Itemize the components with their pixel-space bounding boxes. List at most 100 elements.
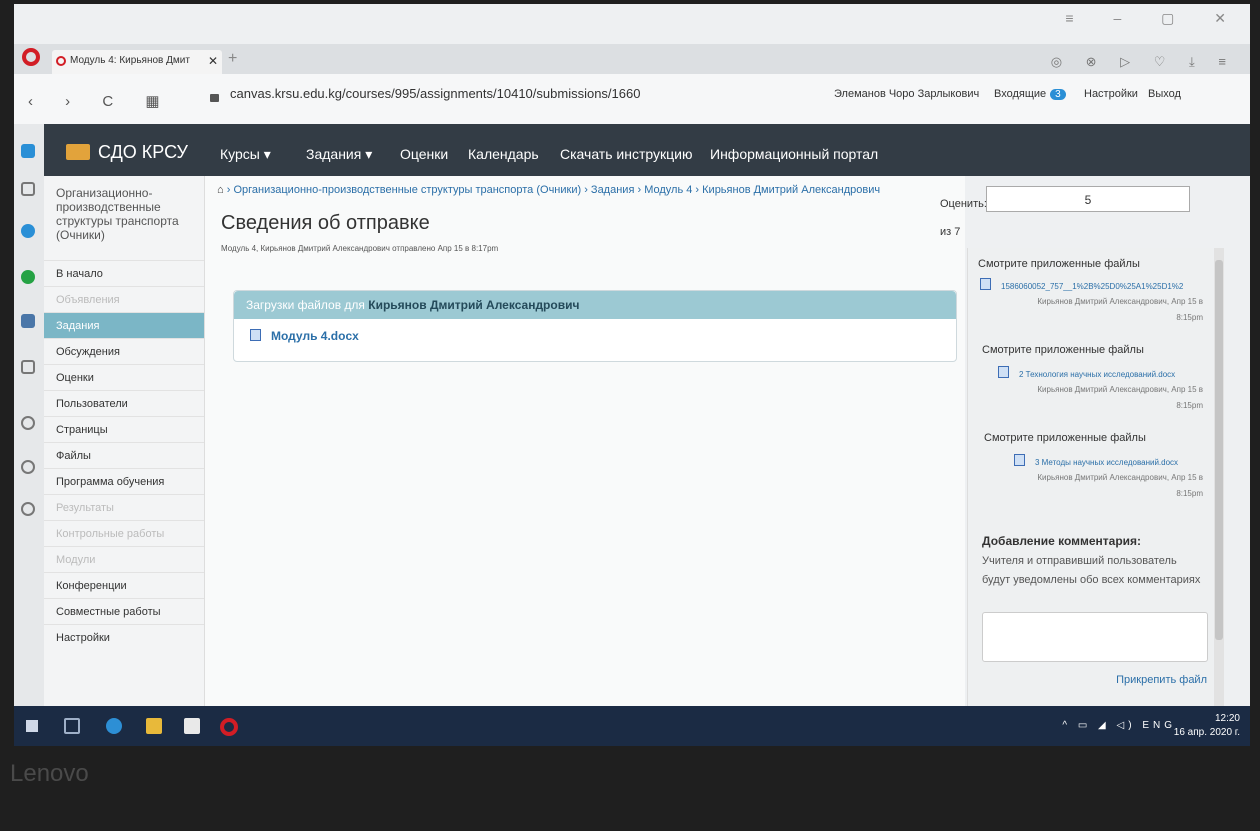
course-menu-item[interactable]: Совместные работы — [44, 598, 204, 624]
toolbar-icons[interactable]: ◎ ⊗ ▷ ♡ ⤓ ≡ — [1051, 54, 1236, 70]
course-menu-item[interactable]: Конференции — [44, 572, 204, 598]
attachments-head-1: Смотрите приложенные файлы — [978, 258, 1140, 270]
uploads-box: Загрузки файлов для Кирьянов Дмитрий Але… — [233, 290, 957, 362]
attachment-file-2: 2 Технология научных исследований.docx — [1019, 370, 1176, 379]
messenger-icon[interactable] — [21, 224, 35, 238]
course-title[interactable]: Организационно-производственные структур… — [56, 186, 194, 242]
tab-favicon-icon — [56, 56, 66, 66]
right-panel: Смотрите приложенные файлы 1586060052_75… — [967, 248, 1213, 716]
file-name: Модуль 4.docx — [271, 329, 359, 343]
attachment-meta-1: Кирьянов Дмитрий Александрович, Апр 15 в… — [983, 294, 1203, 326]
new-tab-button[interactable]: + — [228, 50, 237, 68]
history-icon[interactable] — [21, 460, 35, 474]
window-controls[interactable]: ≡ – ▢ ✕ — [1065, 10, 1244, 27]
course-menu-item[interactable]: Пользователи — [44, 390, 204, 416]
nav-assignments[interactable]: Задания ▾ — [306, 146, 372, 163]
course-menu-item[interactable]: Задания — [44, 312, 204, 338]
system-tray[interactable]: ^ ▭ ◢ ◁) ENG — [1062, 720, 1176, 731]
task-view-icon[interactable] — [64, 718, 80, 734]
nav-calendar[interactable]: Календарь — [468, 146, 539, 162]
attachment-meta-name-1: Кирьянов Дмитрий Александрович, Апр 15 в — [1037, 297, 1203, 306]
submission-subline: Модуль 4, Кирьянов Дмитрий Александрович… — [221, 244, 499, 253]
attachments-head-3: Смотрите приложенные файлы — [984, 432, 1146, 444]
windows-start-icon[interactable] — [26, 720, 38, 732]
store-icon[interactable] — [184, 718, 200, 734]
tab-title: Модуль 4: Кирьянов Дмит — [70, 55, 190, 66]
course-menu-item[interactable]: Файлы — [44, 442, 204, 468]
brand-logo-icon[interactable] — [66, 144, 90, 160]
brand-name[interactable]: СДО КРСУ — [98, 142, 188, 163]
nav-courses[interactable]: Курсы ▾ — [220, 146, 271, 163]
attachment-file-1: 1586060052_757__1%2B%25D0%25A1%25D1%2 — [1001, 282, 1184, 291]
settings-link[interactable]: Настройки — [1084, 88, 1138, 100]
document-icon — [998, 366, 1009, 378]
tab-close-icon[interactable]: ✕ — [208, 50, 218, 72]
language-indicator[interactable]: ENG — [1142, 720, 1176, 731]
clock[interactable]: 12:20 16 апр. 2020 г. — [1174, 712, 1240, 740]
course-menu-item[interactable]: Модули — [44, 546, 204, 572]
course-menu-item[interactable]: Оценки — [44, 364, 204, 390]
whatsapp-icon[interactable] — [21, 270, 35, 284]
attachment-meta-time-2: 8:15pm — [1176, 401, 1203, 410]
edge-icon[interactable] — [106, 718, 122, 734]
course-menu-item[interactable]: Обсуждения — [44, 338, 204, 364]
course-menu: Организационно-производственные структур… — [44, 176, 205, 716]
comment-title: Добавление комментария: — [982, 534, 1142, 548]
nav-grades[interactable]: Оценки — [400, 146, 448, 162]
bookmarks-icon[interactable] — [21, 182, 35, 196]
grade-label: Оценить: — [940, 198, 987, 210]
uploads-header: Загрузки файлов для Кирьянов Дмитрий Але… — [234, 291, 956, 319]
main-content: ⌂ › Организационно-производственные стру… — [205, 176, 965, 716]
heart-icon[interactable] — [21, 416, 35, 430]
opera-sidebar — [14, 124, 44, 724]
breadcrumb-assignments[interactable]: Задания — [591, 184, 634, 196]
attachment-meta-time-1: 8:15pm — [1176, 313, 1203, 322]
opera-menu-icon[interactable] — [22, 48, 40, 66]
attachment-link-1[interactable]: 1586060052_757__1%2B%25D0%25A1%25D1%2 — [980, 278, 1210, 291]
home-icon[interactable]: ⌂ — [217, 184, 224, 196]
attachment-link-3[interactable]: 3 Методы научных исследований.docx — [1014, 454, 1208, 467]
comment-textarea[interactable] — [982, 612, 1208, 662]
top-nav: СДО КРСУ Курсы ▾ Задания ▾ Оценки Календ… — [44, 124, 1250, 176]
speed-dial-icon[interactable] — [21, 144, 35, 158]
attachment-meta-3: Кирьянов Дмитрий Александрович, Апр 15 в… — [983, 470, 1203, 502]
course-menu-item[interactable]: Настройки — [44, 624, 204, 650]
flow-icon[interactable] — [21, 360, 35, 374]
attachment-meta-name-2: Кирьянов Дмитрий Александрович, Апр 15 в — [1037, 385, 1203, 394]
document-icon — [250, 329, 261, 341]
submission-file-link[interactable]: Модуль 4.docx — [250, 329, 359, 343]
course-menu-item[interactable]: Результаты — [44, 494, 204, 520]
browser-tab[interactable]: Модуль 4: Кирьянов Дмит ✕ — [52, 50, 222, 74]
grade-input[interactable]: 5 — [986, 186, 1190, 212]
settings-gear-icon[interactable] — [21, 502, 35, 516]
course-menu-item[interactable]: Контрольные работы — [44, 520, 204, 546]
inbox-link[interactable]: Входящие 3 — [994, 88, 1066, 100]
screen: ≡ – ▢ ✕ Модуль 4: Кирьянов Дмит ✕ + ◎ ⊗ … — [14, 4, 1250, 746]
inbox-label: Входящие — [994, 88, 1047, 100]
nav-info-portal[interactable]: Информационный портал — [710, 146, 878, 162]
breadcrumb-course[interactable]: Организационно-производственные структур… — [233, 184, 581, 196]
grade-out-of: из 7 — [940, 226, 961, 238]
comment-note: Учителя и отправивший пользователь будут… — [982, 555, 1201, 586]
course-menu-item[interactable]: В начало — [44, 260, 204, 286]
clock-date: 16 апр. 2020 г. — [1173, 727, 1240, 738]
breadcrumb-module[interactable]: Модуль 4 — [644, 184, 692, 196]
attachment-link-2[interactable]: 2 Технология научных исследований.docx — [998, 366, 1208, 379]
taskbar: ^ ▭ ◢ ◁) ENG 12:20 16 апр. 2020 г. — [14, 706, 1250, 746]
file-explorer-icon[interactable] — [146, 718, 162, 734]
attachment-file-3: 3 Методы научных исследований.docx — [1035, 458, 1179, 467]
course-menu-item[interactable]: Программа обучения — [44, 468, 204, 494]
uploads-prefix: Загрузки файлов для — [246, 298, 365, 312]
page-title: Сведения об отправке — [221, 212, 430, 234]
attach-file-link[interactable]: Прикрепить файл — [1116, 674, 1207, 686]
nav-download-guide[interactable]: Скачать инструкцию — [560, 146, 692, 162]
inbox-count-badge: 3 — [1050, 89, 1066, 100]
user-bar: Элеманов Чоро Зарлыкович Входящие 3 Настр… — [44, 80, 1250, 124]
scrollbar-thumb[interactable] — [1215, 260, 1223, 640]
opera-taskbar-icon[interactable] — [220, 718, 238, 736]
user-name-link[interactable]: Элеманов Чоро Зарлыкович — [834, 88, 979, 100]
course-menu-item[interactable]: Объявления — [44, 286, 204, 312]
course-menu-item[interactable]: Страницы — [44, 416, 204, 442]
vk-icon[interactable] — [21, 314, 35, 328]
logout-link[interactable]: Выход — [1148, 88, 1181, 100]
